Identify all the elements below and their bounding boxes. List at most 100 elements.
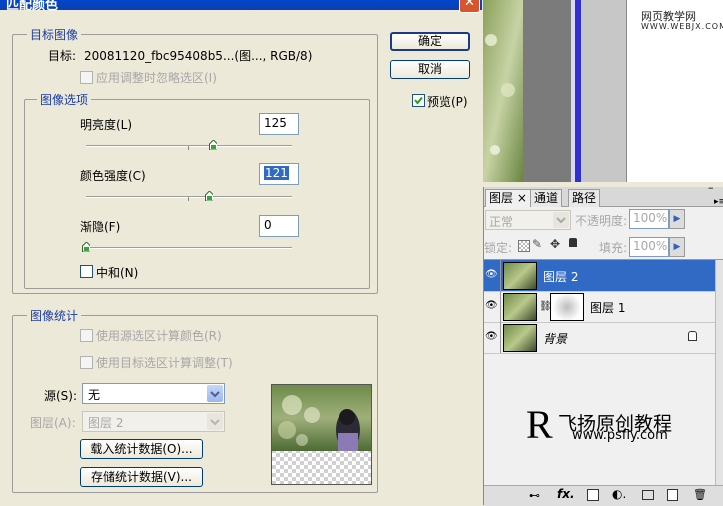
delete-layer-icon[interactable]: 🗑 (693, 488, 707, 501)
use-source-selection-label: 使用源选区计算颜色(R) (96, 329, 222, 343)
neutralize-label: 中和(N) (96, 266, 139, 280)
opacity-label: 不透明度: (575, 214, 628, 228)
layer-row-separator (500, 291, 501, 322)
luminance-slider-midpoint (188, 146, 189, 150)
layer-row-background[interactable]: 👁 背景 (484, 322, 715, 354)
fade-input[interactable]: 0 (259, 215, 299, 237)
visibility-eye-icon[interactable]: 👁 (485, 301, 498, 311)
add-mask-icon[interactable] (587, 489, 599, 501)
save-stats-button[interactable]: 存储统计数据(V)... (80, 467, 203, 487)
color-intensity-value: 121 (264, 166, 289, 180)
source-thumbnail (271, 384, 372, 485)
layer-row-layer1[interactable]: 👁 ⛓ 图层 1 (484, 291, 715, 323)
layers-scrollbar[interactable] (715, 260, 723, 485)
lock-image-brush-icon[interactable]: ✎ (532, 237, 542, 251)
color-intensity-slider-thumb[interactable] (205, 191, 213, 201)
image-stats-legend: 图像统计 (27, 307, 82, 324)
new-group-icon[interactable] (642, 490, 654, 500)
fade-slider-track[interactable] (86, 247, 292, 249)
minimize-panel-icon[interactable]: – (708, 181, 714, 194)
panel-menu-icon[interactable]: ▸≡ (714, 197, 723, 207)
neutralize-checkbox[interactable] (80, 265, 93, 278)
blend-mode-select[interactable]: 正常 (485, 210, 571, 230)
preview-label: 预览(P) (427, 95, 468, 109)
lock-all-icon[interactable] (569, 238, 577, 247)
tab-layers[interactable]: 图层 × (485, 189, 531, 207)
adjustment-layer-icon[interactable]: ◐. (612, 487, 626, 501)
target-image-legend: 目标图像 (27, 26, 82, 43)
canvas-gray-strip-2 (581, 0, 626, 182)
document-canvas-area: 网页教学网 WWW.WEBJX.COM (483, 0, 723, 182)
fill-input[interactable]: 100% (629, 237, 669, 257)
use-source-selection-checkbox[interactable] (80, 329, 93, 342)
ok-button[interactable]: 确定 (390, 32, 470, 51)
dialog-title: 匹配颜色 (6, 0, 59, 13)
color-intensity-input[interactable]: 121 (259, 163, 299, 185)
match-color-dialog: 匹配颜色 ✕ 目标图像 目标: 20081120_fbc95408b5...(图… (0, 0, 482, 505)
source-value: 无 (88, 388, 101, 402)
layer-label: 图层(A): (30, 416, 76, 430)
layers-bottom-toolbar: ⊷ fx. ◐. 🗑 (484, 485, 723, 506)
ignore-selection-checkbox[interactable] (80, 71, 93, 84)
layer-name: 图层 1 (590, 301, 626, 315)
watermark-site-url: WWW.WEBJX.COM (641, 22, 723, 31)
preview-checkbox[interactable] (412, 94, 425, 107)
source-select[interactable]: 无 (82, 383, 225, 404)
luminance-slider-thumb[interactable] (209, 140, 217, 150)
visibility-eye-icon[interactable]: 👁 (485, 270, 498, 280)
target-label: 目标: (48, 49, 77, 63)
blend-mode-value: 正常 (489, 215, 514, 229)
triangle-right-icon: ▶ (673, 242, 681, 252)
layer-row-layer2[interactable]: 👁 图层 2 (484, 260, 715, 292)
ignore-selection-label: 应用调整时忽略选区(I) (96, 71, 217, 85)
layer-name: 背景 (543, 332, 568, 346)
color-intensity-slider-track[interactable] (86, 196, 292, 198)
fade-slider-thumb[interactable] (82, 242, 90, 252)
lock-position-move-icon[interactable]: ✥ (550, 237, 560, 251)
close-button[interactable]: ✕ (459, 0, 480, 13)
luminance-label: 明亮度(L) (80, 118, 133, 132)
opacity-input[interactable]: 100% (629, 209, 669, 229)
image-options-group (24, 99, 370, 289)
color-intensity-label: 颜色强度(C) (80, 169, 146, 183)
tab-paths[interactable]: 路径 (568, 189, 601, 207)
triangle-right-icon: ▶ (673, 214, 681, 224)
fx-layer-style-icon[interactable]: fx. (557, 487, 575, 501)
luminance-slider-track[interactable] (86, 145, 292, 147)
cancel-button[interactable]: 取消 (390, 60, 470, 79)
color-intensity-slider-midpoint (188, 197, 189, 201)
layer-select[interactable]: 图层 2 (82, 411, 225, 432)
use-target-selection-checkbox[interactable] (80, 356, 93, 369)
brand-url: www.psfly.com (572, 428, 668, 443)
canvas-photo-strip (483, 0, 523, 182)
luminance-input[interactable]: 125 (259, 113, 299, 135)
fill-label: 填充: (599, 241, 628, 255)
opacity-slider-button[interactable]: ▶ (669, 209, 685, 229)
target-value: 20081120_fbc95408b5...(图..., RGB/8) (84, 49, 313, 63)
close-tab-icon[interactable]: × (517, 191, 527, 205)
canvas-divider (626, 0, 627, 182)
layers-panel: 图层 × 通道 路径 – ▸≡ 正常 不透明度: 100% ▶ 锁定: ✎ ✥ … (483, 181, 723, 506)
lock-icon (688, 331, 697, 341)
load-stats-button[interactable]: 载入统计数据(O)... (80, 439, 203, 459)
layer-value: 图层 2 (88, 416, 124, 430)
chevron-down-icon (553, 212, 569, 228)
fade-label: 渐隐(F) (80, 220, 121, 234)
fill-slider-button[interactable]: ▶ (669, 237, 685, 257)
lock-transparent-icon[interactable] (518, 240, 530, 252)
brand-letter: R (526, 402, 553, 447)
canvas-gray-strip (523, 0, 571, 182)
chevron-down-icon (207, 385, 223, 402)
layer-row-separator (500, 322, 501, 353)
dialog-title-bar[interactable] (0, 0, 482, 10)
checkmark-icon (414, 96, 423, 105)
close-icon: ✕ (464, 0, 475, 10)
new-layer-icon[interactable] (667, 489, 678, 501)
tab-channels[interactable]: 通道 (530, 189, 563, 207)
use-target-selection-label: 使用目标选区计算调整(T) (96, 356, 233, 370)
link-layers-icon[interactable]: ⊷ (529, 489, 540, 502)
layer-name: 图层 2 (543, 270, 579, 284)
visibility-eye-icon[interactable]: 👁 (485, 332, 498, 342)
tab-layers-label: 图层 (489, 191, 514, 205)
layer-mask-thumbnail[interactable] (550, 293, 584, 321)
